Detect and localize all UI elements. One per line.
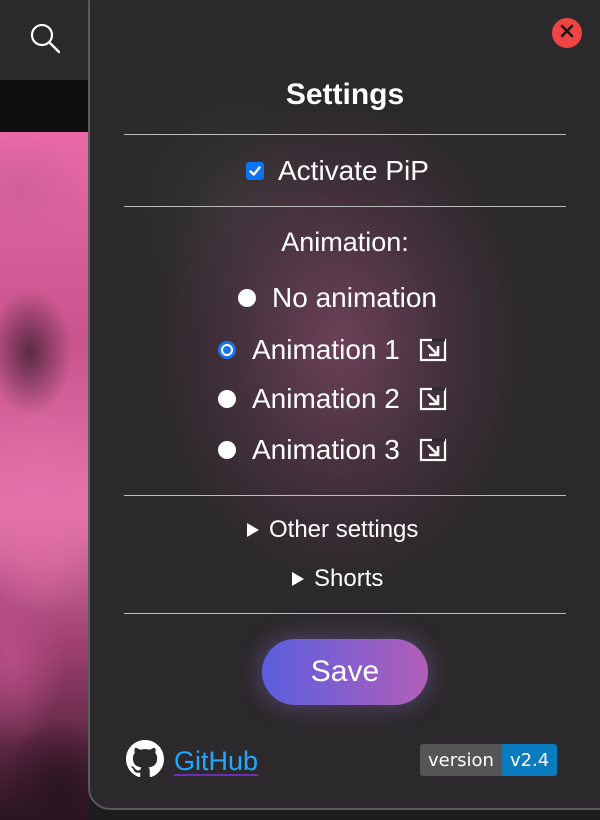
- animation-option-none[interactable]: No animation: [238, 282, 437, 314]
- shorts-toggle[interactable]: Shorts: [292, 565, 383, 593]
- pip-checkbox[interactable]: [246, 162, 264, 180]
- version-badge: version v2.4: [420, 744, 558, 776]
- divider: [124, 134, 566, 135]
- triangle-right-icon: [292, 572, 304, 586]
- other-settings-label: Other settings: [269, 516, 419, 543]
- shorts-label: Shorts: [314, 565, 384, 592]
- radio-animation-3[interactable]: [218, 441, 236, 459]
- panel-title: Settings: [285, 78, 405, 111]
- search-button[interactable]: [0, 0, 90, 80]
- pip-toggle[interactable]: Activate PiP: [246, 155, 429, 187]
- divider: [124, 495, 566, 496]
- close-icon: [560, 24, 574, 43]
- save-button[interactable]: Save: [262, 639, 428, 705]
- github-icon: [126, 740, 164, 783]
- pip-label: Activate PiP: [278, 155, 429, 186]
- other-settings-toggle[interactable]: Other settings: [247, 516, 418, 544]
- triangle-right-icon: [247, 523, 259, 537]
- radio-animation-1[interactable]: [218, 341, 236, 359]
- option-label: No animation: [272, 282, 437, 313]
- github-link-group[interactable]: GitHub: [126, 740, 258, 783]
- animation-option-2[interactable]: Animation 2: [218, 383, 448, 415]
- edit-icon[interactable]: [418, 386, 448, 412]
- divider: [124, 206, 566, 207]
- close-button[interactable]: [552, 18, 582, 48]
- version-value: v2.4: [501, 744, 558, 776]
- animation-option-3[interactable]: Animation 3: [218, 434, 448, 466]
- animation-option-1[interactable]: Animation 1: [218, 334, 448, 366]
- divider: [124, 613, 566, 614]
- option-label: Animation 2: [252, 383, 400, 414]
- background-strip: [0, 90, 90, 132]
- radio-animation-2[interactable]: [218, 390, 236, 408]
- version-label: version: [420, 744, 502, 776]
- search-icon: [28, 21, 62, 60]
- option-label: Animation 1: [252, 334, 400, 365]
- radio-none[interactable]: [238, 289, 256, 307]
- option-label: Animation 3: [252, 434, 400, 465]
- edit-icon[interactable]: [418, 337, 448, 363]
- edit-icon[interactable]: [418, 437, 448, 463]
- animation-heading: Animation:: [281, 227, 409, 257]
- screen: Settings Activate PiP Animation: No anim…: [0, 0, 600, 820]
- github-link[interactable]: GitHub: [174, 746, 258, 777]
- background-video: [0, 132, 90, 820]
